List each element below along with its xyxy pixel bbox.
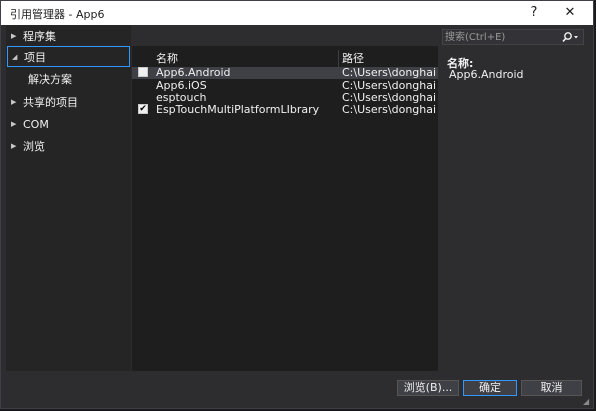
tree-item-solution[interactable]: 解决方案 [6, 69, 129, 90]
tree-item-label: 项目 [24, 51, 46, 64]
expand-arrow-icon[interactable]: ▶ [11, 92, 16, 113]
column-header-name[interactable]: 名称 [156, 50, 178, 67]
details-panel: 名称: App6.Android [442, 29, 586, 371]
cancel-button[interactable]: 取消 [521, 380, 582, 396]
expand-arrow-icon[interactable]: ▶ [11, 136, 16, 157]
dialog-root: 引用管理器 - App6 ? ✕ ▶ 程序集 ◢ 项目 解决方案 ▶ 共享的项目… [0, 0, 594, 409]
list-item[interactable]: App6.Android C:\Users\donghai\s... [132, 67, 438, 79]
column-header-path[interactable]: 路径 [342, 50, 364, 67]
list-item[interactable]: ✔ EspTouchMultiPlatformLIbrary C:\Users\… [132, 104, 438, 116]
search-box[interactable] [442, 29, 584, 45]
expand-arrow-icon[interactable]: ▶ [11, 26, 16, 47]
expand-arrow-icon[interactable]: ▶ [11, 114, 16, 135]
reference-name: EspTouchMultiPlatformLIbrary [156, 103, 320, 116]
tree-item-label: 解决方案 [28, 73, 72, 86]
reference-list: 名称 路径 App6.Android C:\Users\donghai\s...… [132, 46, 438, 371]
details-name-value: App6.Android [449, 68, 524, 81]
window-title: 引用管理器 - App6 [10, 8, 105, 21]
reference-path: C:\Users\donghai\s... [342, 92, 436, 104]
title-bar: 引用管理器 - App6 ? ✕ [1, 1, 593, 25]
tree-item-com[interactable]: ▶ COM [6, 114, 129, 135]
help-button[interactable]: ? [519, 3, 549, 23]
reference-path: C:\Users\donghai\s... [342, 67, 436, 79]
reference-checkbox[interactable] [138, 67, 148, 77]
tree-item-shared-projects[interactable]: ▶ 共享的项目 [6, 92, 129, 113]
reference-path: C:\Users\donghai\s... [342, 80, 436, 92]
reference-checkbox-checked[interactable]: ✔ [138, 104, 148, 114]
column-divider[interactable] [338, 50, 339, 67]
reference-path: C:\Users\donghai\s... [342, 104, 436, 116]
tree-item-label: 浏览 [23, 140, 45, 153]
tree-item-label: 程序集 [23, 30, 56, 43]
tree-item-projects[interactable]: ◢ 项目 [7, 46, 130, 67]
tree-item-browse[interactable]: ▶ 浏览 [6, 136, 129, 157]
resize-grip-icon[interactable]: ◢ [583, 398, 591, 406]
collapse-arrow-icon[interactable]: ◢ [12, 47, 17, 68]
search-input[interactable] [445, 31, 557, 43]
tree-item-label: 共享的项目 [23, 96, 78, 109]
browse-button[interactable]: 浏览(B)... [397, 380, 459, 396]
search-icon[interactable] [559, 30, 581, 44]
tree-item-assemblies[interactable]: ▶ 程序集 [6, 26, 129, 47]
reference-name: App6.Android [156, 66, 231, 79]
ok-button[interactable]: 确定 [463, 380, 517, 396]
tree-item-label: COM [23, 118, 49, 131]
category-tree: ▶ 程序集 ◢ 项目 解决方案 ▶ 共享的项目 ▶ COM ▶ 浏览 [6, 25, 131, 371]
close-button[interactable]: ✕ [555, 3, 585, 23]
